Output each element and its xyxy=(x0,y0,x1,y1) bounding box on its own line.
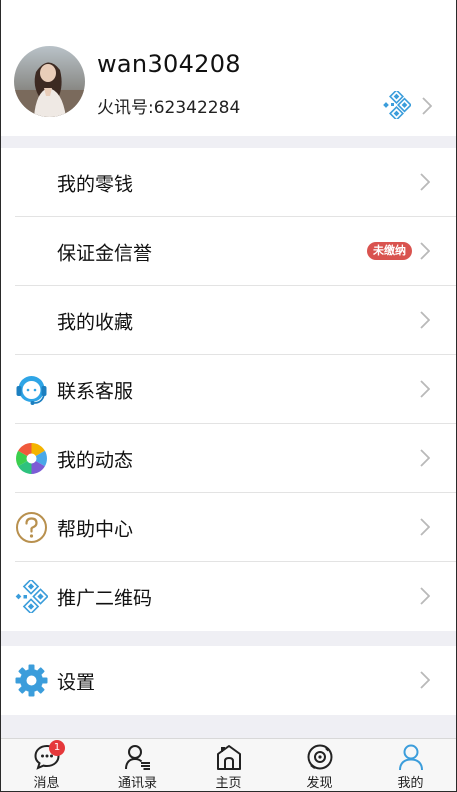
avatar[interactable] xyxy=(14,46,85,117)
compass-icon xyxy=(306,743,334,771)
menu-item-label: 保证金信誉 xyxy=(57,242,153,264)
home-icon xyxy=(215,743,243,771)
chevron-right-icon xyxy=(420,242,431,260)
chevron-right-icon xyxy=(420,449,431,467)
section-gap xyxy=(1,136,456,148)
tab-label: 主页 xyxy=(215,776,242,791)
app-frame: wan304208 火讯号:62342284 我的零钱 保证金信誉 未缴纳 我的… xyxy=(0,0,457,792)
headset-icon xyxy=(15,373,48,406)
menu-item-settings[interactable]: 设置 xyxy=(1,646,456,715)
menu-item-deposit-credit[interactable]: 保证金信誉 未缴纳 xyxy=(1,217,456,286)
menu-item-label: 推广二维码 xyxy=(57,587,153,609)
account-id: 火讯号:62342284 xyxy=(97,98,241,118)
tab-home[interactable]: 主页 xyxy=(183,739,274,791)
menu-item-promo-qr[interactable]: 推广二维码 xyxy=(1,562,456,631)
menu-item-favorites[interactable]: 我的收藏 xyxy=(1,286,456,355)
status-badge: 未缴纳 xyxy=(367,242,412,260)
qr-code-icon[interactable] xyxy=(383,89,412,121)
chevron-right-icon xyxy=(420,587,431,605)
menu-item-label: 我的零钱 xyxy=(57,173,134,195)
gear-icon xyxy=(15,664,48,697)
tab-label: 我的 xyxy=(397,776,424,791)
menu-item-label: 联系客服 xyxy=(57,380,134,402)
menu-item-label: 帮助中心 xyxy=(57,518,134,540)
contacts-icon xyxy=(124,743,152,771)
chevron-right-icon xyxy=(420,380,431,398)
tab-messages[interactable]: 1 消息 xyxy=(1,739,92,791)
menu-item-label: 我的收藏 xyxy=(57,311,134,333)
tab-contacts[interactable]: 通讯录 xyxy=(92,739,183,791)
aperture-icon xyxy=(15,442,48,475)
question-icon xyxy=(15,511,48,544)
chevron-right-icon xyxy=(420,173,431,191)
profile-header[interactable]: wan304208 火讯号:62342284 xyxy=(1,0,456,136)
menu-item-label: 我的动态 xyxy=(57,449,134,471)
section-gap xyxy=(1,631,456,646)
tab-discover[interactable]: 发现 xyxy=(274,739,365,791)
menu-item-moments[interactable]: 我的动态 xyxy=(1,424,456,493)
tab-label: 发现 xyxy=(306,776,333,791)
chevron-right-icon xyxy=(420,671,431,689)
qr-code-icon xyxy=(15,578,49,615)
menu-item-help-center[interactable]: 帮助中心 xyxy=(1,493,456,562)
chevron-right-icon xyxy=(420,518,431,536)
person-icon xyxy=(397,743,425,771)
section-gap xyxy=(1,715,456,739)
menu-item-customer-service[interactable]: 联系客服 xyxy=(1,355,456,424)
bottom-tab-bar: 1 消息 通讯录 主页 发现 我的 xyxy=(1,738,456,791)
tab-me[interactable]: 我的 xyxy=(365,739,456,791)
chevron-right-icon xyxy=(422,97,433,115)
tab-label: 通讯录 xyxy=(117,776,157,791)
unread-badge: 1 xyxy=(49,740,65,756)
username: wan304208 xyxy=(97,50,241,78)
tab-label: 消息 xyxy=(33,776,60,791)
menu-item-wallet[interactable]: 我的零钱 xyxy=(1,148,456,217)
menu-item-label: 设置 xyxy=(57,671,96,693)
chevron-right-icon xyxy=(420,311,431,329)
